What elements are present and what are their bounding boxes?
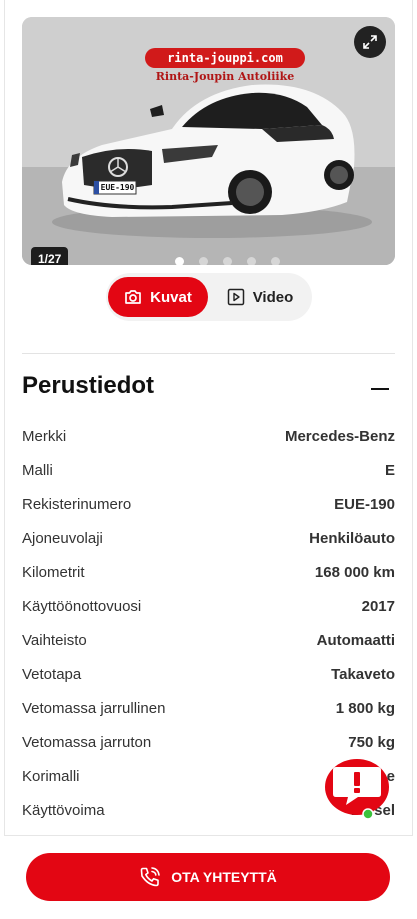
spec-row: Vetotapa Takaveto (22, 657, 395, 691)
spec-label: Vaihteisto (22, 631, 87, 649)
spec-label: Vetomassa jarruton (22, 733, 152, 751)
pagination-dot[interactable] (223, 257, 232, 265)
fullscreen-button[interactable] (354, 26, 386, 58)
spec-row: Vetomassa jarrullinen 1 800 kg (22, 691, 395, 725)
spec-label: Korimalli (22, 767, 80, 785)
spec-row: Vaihteisto Automaatti (22, 623, 395, 657)
spec-value: 2017 (361, 597, 395, 615)
spec-value: Takaveto (331, 665, 395, 683)
tab-photos[interactable]: Kuvat (108, 277, 208, 317)
spec-row: Kilometrit 168 000 km (22, 555, 395, 589)
spec-row: Malli E (22, 453, 395, 487)
spec-value: E (384, 461, 395, 479)
tab-video[interactable]: Video (214, 277, 306, 317)
spec-row: Rekisterinumero EUE-190 (22, 487, 395, 521)
pagination-dot[interactable] (175, 257, 184, 265)
dealer-subtitle: Rinta-Joupin Autoliike (155, 70, 295, 83)
tab-photos-label: Kuvat (150, 288, 192, 306)
spec-row: Käyttöönottovuosi 2017 (22, 589, 395, 623)
pagination-dot[interactable] (271, 257, 280, 265)
bottom-action-bar: OTA YHTEYTTÄ (4, 835, 413, 919)
contact-button-label: OTA YHTEYTTÄ (171, 869, 277, 885)
section-title: Perustiedot (22, 372, 155, 399)
dealer-sign: rinta-jouppi.com (145, 48, 305, 68)
spec-label: Rekisterinumero (22, 495, 132, 513)
spec-label: Kilometrit (22, 563, 85, 581)
tab-video-label: Video (252, 288, 294, 306)
photo-gallery[interactable]: rinta-jouppi.com Rinta-Joupin Autoliike … (22, 17, 395, 265)
spec-value: Automaatti (316, 631, 395, 649)
pagination-dot[interactable] (199, 257, 208, 265)
expand-icon (363, 35, 377, 49)
chat-alert-icon (325, 759, 389, 820)
spec-label: Vetomassa jarrullinen (22, 699, 166, 717)
spec-label: Vetotapa (22, 665, 82, 683)
spec-label: Malli (22, 461, 53, 479)
spec-value: 1 800 kg (335, 699, 395, 717)
spec-label: Merkki (22, 427, 67, 445)
camera-icon (125, 290, 142, 304)
video-play-icon (227, 288, 244, 306)
media-tabs: Kuvat Video (106, 273, 312, 321)
spec-row: Vetomassa jarruton 750 kg (22, 725, 395, 759)
minus-icon (371, 388, 389, 390)
spec-value: 168 000 km (314, 563, 395, 581)
chat-button[interactable] (324, 758, 390, 820)
spec-label: Ajoneuvolaji (22, 529, 103, 547)
pagination-dot[interactable] (247, 257, 256, 265)
spec-label: Käyttövoima (22, 801, 105, 819)
spec-value: EUE-190 (334, 495, 395, 513)
photo-counter: 1/27 (31, 247, 69, 265)
contact-button[interactable]: OTA YHTEYTTÄ (26, 853, 390, 901)
spec-value: 750 kg (348, 733, 395, 751)
spec-value: Henkilöauto (309, 529, 395, 547)
collapse-button[interactable] (371, 377, 391, 401)
spec-row: Ajoneuvolaji Henkilöauto (22, 521, 395, 555)
gallery-pagination[interactable] (175, 257, 280, 265)
phone-call-icon (140, 867, 161, 887)
section-divider (22, 353, 395, 354)
license-plate-text: EUE-190 (100, 183, 135, 192)
spec-row: Merkki Mercedes-Benz (22, 419, 395, 453)
spec-label: Käyttöönottovuosi (22, 597, 142, 615)
spec-value: Mercedes-Benz (284, 427, 395, 445)
